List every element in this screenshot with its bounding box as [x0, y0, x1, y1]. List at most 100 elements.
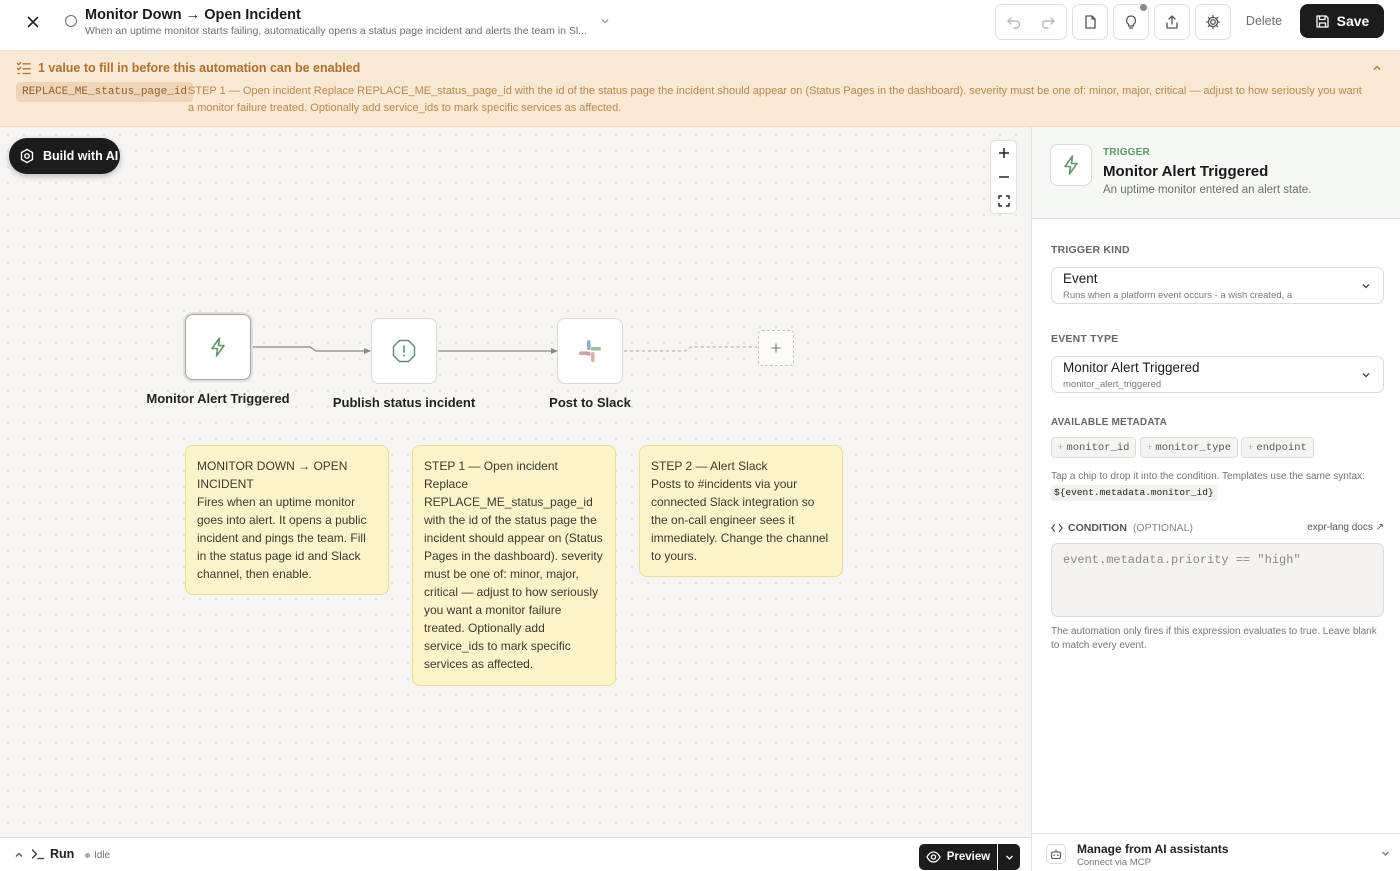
run-status: Idle	[85, 850, 110, 861]
note-body: Replace REPLACE_ME_status_page_id with t…	[424, 477, 603, 671]
close-icon[interactable]	[22, 11, 44, 33]
file-button[interactable]	[1072, 4, 1108, 40]
build-with-ai-label: Build with AI	[43, 149, 119, 163]
plus-icon	[771, 343, 781, 353]
inspector-kicker: TRIGGER	[1103, 147, 1150, 158]
metadata-chip[interactable]: + monitor_type	[1140, 437, 1239, 458]
gear-icon	[1205, 14, 1221, 30]
slack-icon	[579, 340, 601, 362]
metadata-chip[interactable]: + endpoint	[1241, 437, 1314, 458]
history-group	[995, 4, 1067, 40]
chevron-up-icon[interactable]	[1370, 61, 1384, 75]
share-button[interactable]	[1154, 4, 1190, 40]
preview-label: Preview	[946, 851, 991, 863]
build-with-ai-button[interactable]: Build with AI	[9, 138, 120, 174]
metadata-label: AVAILABLE METADATA	[1051, 417, 1167, 428]
automation-subtitle: When an uptime monitor starts failing, a…	[85, 25, 587, 37]
condition-help: The automation only fires if this expres…	[1051, 626, 1377, 651]
preview-dropdown[interactable]	[998, 844, 1020, 870]
note-title: MONITOR DOWN → OPEN INCIDENT	[197, 459, 348, 491]
metadata-template: ${event.metadata.monitor_id}	[1051, 485, 1217, 501]
banner-title: 1 value to fill in before this automatio…	[38, 61, 361, 75]
code-icon	[1051, 523, 1063, 533]
node-post-to-slack[interactable]	[557, 318, 623, 384]
lightbulb-icon	[1125, 15, 1137, 29]
upload-icon	[1166, 15, 1178, 29]
redo-icon[interactable]	[1031, 5, 1065, 39]
note-title: STEP 1 — Open incident	[424, 459, 558, 473]
condition-header: CONDITION (OPTIONAL) expr-lang docs ↗	[1051, 521, 1384, 537]
run-button[interactable]: Run	[31, 847, 74, 861]
robot-icon	[1046, 844, 1066, 864]
checklist-icon	[16, 61, 31, 75]
notification-dot	[1140, 4, 1147, 11]
lightning-icon	[211, 337, 225, 357]
mcp-subtitle: Connect via MCP	[1077, 857, 1151, 868]
condition-optional: (OPTIONAL)	[1132, 522, 1194, 534]
condition-label: CONDITION (OPTIONAL)	[1068, 522, 1193, 534]
eye-icon	[926, 851, 941, 863]
zoom-in-icon[interactable]	[991, 141, 1016, 165]
add-node-button[interactable]	[758, 330, 794, 366]
preview-button[interactable]: Preview	[919, 844, 997, 870]
metadata-chip[interactable]: + monitor_id	[1051, 437, 1137, 458]
top-bar: Monitor Down → Open Incident When an upt…	[0, 0, 1400, 51]
settings-button[interactable]	[1195, 4, 1231, 40]
metadata-hint: Tap a chip to drop it into the condition…	[1051, 469, 1386, 501]
plus-icon: +	[1058, 442, 1064, 453]
chevron-down-icon	[1362, 373, 1370, 378]
run-label: Run	[50, 847, 75, 861]
save-button[interactable]: Save	[1300, 4, 1384, 38]
missing-values-banner: 1 value to fill in before this automatio…	[0, 51, 1400, 127]
workflow-canvas[interactable]: Build with AI Monitor Alert Triggered Pu…	[0, 127, 1031, 837]
plus-icon: +	[1147, 442, 1153, 453]
node-label: Monitor Alert Triggered	[146, 391, 290, 406]
node-monitor-alert-triggered[interactable]	[185, 314, 251, 380]
inspector-title: Monitor Alert Triggered	[1103, 163, 1269, 180]
zoom-controls	[990, 140, 1017, 214]
condition-input[interactable]: event.metadata.priority == "high"	[1051, 543, 1384, 617]
banner-message: STEP 1 — Open incident Replace REPLACE_M…	[188, 85, 1362, 114]
chevron-down-icon	[1005, 855, 1013, 860]
event-type-select[interactable]: Monitor Alert Triggered monitor_alert_tr…	[1051, 356, 1384, 393]
sticky-note[interactable]: MONITOR DOWN → OPEN INCIDENT Fires when …	[185, 445, 389, 595]
chevron-down-icon[interactable]	[598, 14, 612, 28]
lightning-icon	[1050, 144, 1092, 186]
metadata-hint-text: Tap a chip to drop it into the condition…	[1051, 471, 1365, 482]
undo-icon[interactable]	[997, 5, 1031, 39]
status-dot	[85, 853, 90, 858]
note-title: STEP 2 — Alert Slack	[651, 459, 768, 473]
run-status-label: Idle	[94, 850, 111, 861]
event-type-key: monitor_alert_triggered	[1063, 379, 1162, 390]
ai-sparkle-icon	[20, 148, 34, 164]
metadata-chip-label: endpoint	[1256, 441, 1307, 454]
floppy-disk-icon	[1315, 14, 1329, 28]
fit-view-icon[interactable]	[991, 189, 1016, 213]
status-circle-icon[interactable]	[65, 15, 77, 27]
trigger-kind-value: Event	[1063, 271, 1098, 286]
chevron-up-icon[interactable]	[13, 849, 25, 861]
event-type-value: Monitor Alert Triggered	[1063, 360, 1200, 375]
terminal-icon	[31, 849, 45, 860]
sticky-note[interactable]: STEP 2 — Alert Slack Posts to #incidents…	[639, 445, 843, 577]
chevron-down-icon	[1362, 284, 1370, 289]
delete-button[interactable]: Delete	[1236, 4, 1292, 38]
placeholder-key-chip[interactable]: REPLACE_ME_status_page_id	[16, 82, 194, 102]
file-icon	[1085, 15, 1096, 29]
inspector-header: TRIGGER Monitor Alert Triggered An uptim…	[1032, 127, 1400, 219]
chevron-down-icon	[1382, 851, 1389, 856]
mcp-title: Manage from AI assistants	[1077, 842, 1229, 856]
plus-icon: +	[1248, 442, 1254, 453]
trigger-kind-select[interactable]: Event Runs when a platform event occurs …	[1051, 267, 1384, 304]
inspector-panel: TRIGGER Monitor Alert Triggered An uptim…	[1031, 127, 1400, 871]
metadata-chip-label: monitor_id	[1066, 441, 1130, 454]
zoom-out-icon[interactable]	[991, 165, 1016, 189]
expr-lang-docs-link[interactable]: expr-lang docs ↗	[1307, 522, 1384, 533]
event-type-label: EVENT TYPE	[1051, 333, 1119, 345]
node-publish-status-incident[interactable]	[371, 318, 437, 384]
automation-title[interactable]: Monitor Down → Open Incident	[85, 7, 301, 23]
node-label: Publish status incident	[332, 395, 476, 410]
node-label: Post to Slack	[549, 395, 631, 410]
sticky-note[interactable]: STEP 1 — Open incident Replace REPLACE_M…	[412, 445, 616, 686]
mcp-footer[interactable]: Manage from AI assistants Connect via MC…	[1032, 833, 1400, 871]
